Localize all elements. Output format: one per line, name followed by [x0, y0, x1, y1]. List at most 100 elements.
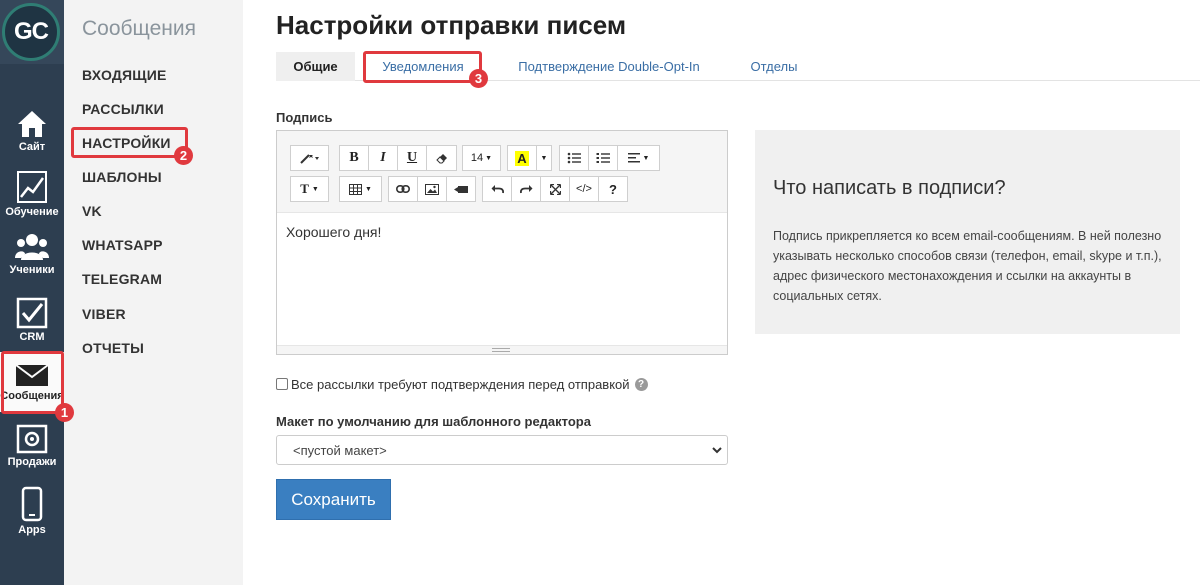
table-icon	[349, 183, 363, 195]
submenu-item-whatsapp[interactable]: WHATSAPP	[82, 237, 163, 253]
caret-down-icon: ▼	[311, 185, 319, 193]
page-title: Настройки отправки писем	[276, 10, 627, 40]
editor-content[interactable]: Хорошего дня!	[286, 224, 381, 240]
highlight-settings	[71, 127, 188, 158]
help-icon-glyph: ?	[637, 378, 645, 390]
submenu-item-mailings[interactable]: РАССЫЛКИ	[82, 101, 164, 117]
template-layout-label: Макет по умолчанию для шаблонного редакт…	[276, 414, 591, 429]
home-icon	[18, 111, 46, 137]
rail-item-learning[interactable]: Обучение	[0, 164, 64, 226]
step-badge-2: 2	[174, 146, 193, 165]
text-color-button[interactable]: A	[507, 145, 537, 171]
rail-item-label: Продажи	[7, 456, 57, 468]
fullscreen-icon	[549, 183, 561, 195]
help-button[interactable]: ?	[598, 176, 628, 202]
submenu-item-reports[interactable]: ОТЧЕТЫ	[82, 340, 144, 356]
underline-button[interactable]: U	[397, 145, 427, 171]
save-button[interactable]: Сохранить	[276, 479, 391, 520]
logo-area[interactable]: GC	[0, 0, 64, 64]
rail-item-label: CRM	[19, 331, 45, 343]
font-size-button[interactable]: 14 ▼	[462, 145, 501, 171]
caret-down-icon: ▼	[540, 154, 548, 162]
clear-format-button[interactable]	[426, 145, 457, 171]
help-icon[interactable]: ?	[634, 377, 648, 391]
text-style-button[interactable]: T ▼	[290, 176, 329, 202]
table-button[interactable]: ▼	[339, 176, 382, 202]
bold-icon: B	[349, 150, 359, 165]
bullet-list-button[interactable]	[559, 145, 589, 171]
confirm-before-send-checkbox[interactable]	[276, 378, 288, 390]
undo-button[interactable]	[482, 176, 512, 202]
video-icon	[454, 185, 468, 193]
bullet-list-icon	[567, 152, 581, 164]
checkbox-icon	[16, 297, 48, 329]
logo-text: GC	[14, 18, 49, 45]
messages-submenu: Сообщения ВХОДЯЩИЕ РАССЫЛКИ НАСТРОЙКИ ША…	[64, 0, 243, 585]
video-button[interactable]	[446, 176, 476, 202]
tab-departments[interactable]: Отделы	[738, 52, 810, 81]
template-layout-value: <пустой макет>	[293, 443, 387, 458]
signature-help-box: Что написать в подписи? Подпись прикрепл…	[755, 130, 1180, 334]
rail-item-site[interactable]: Сайт	[0, 103, 64, 165]
chart-icon	[17, 171, 47, 203]
caret-down-icon: ▼	[365, 185, 372, 193]
numbered-list-icon	[596, 153, 610, 163]
underline-icon: U	[406, 150, 418, 165]
rail-item-label: Ученики	[9, 264, 55, 276]
rail-item-sales[interactable]: Продажи	[0, 418, 64, 480]
rail-item-label: Сайт	[18, 141, 46, 153]
caret-down-icon: ▼	[642, 154, 650, 162]
signature-label: Подпись	[276, 110, 333, 125]
editor-resize-handle[interactable]	[277, 345, 727, 354]
align-button[interactable]: ▼	[617, 145, 660, 171]
italic-button[interactable]: I	[368, 145, 398, 171]
template-layout-select[interactable]: <пустой макет>	[276, 435, 728, 465]
numbered-list-button[interactable]	[588, 145, 618, 171]
redo-icon	[519, 185, 532, 194]
editor-toolbar: B I U 14 ▼ A ▼ ▼ T ▼ ▼ </> ?	[277, 131, 727, 213]
submenu-item-vk[interactable]: VK	[82, 203, 102, 219]
eraser-icon	[435, 154, 447, 164]
submenu-item-viber[interactable]: VIBER	[82, 306, 126, 322]
rail-item-crm[interactable]: CRM	[0, 291, 64, 353]
submenu-item-telegram[interactable]: TELEGRAM	[82, 271, 162, 287]
bold-button[interactable]: B	[339, 145, 369, 171]
rail-item-apps[interactable]: Apps	[0, 480, 64, 544]
logo[interactable]: GC	[2, 3, 60, 61]
confirm-before-send-label[interactable]: Все рассылки требуют подтверждения перед…	[291, 377, 630, 392]
rail-item-students[interactable]: Ученики	[0, 226, 64, 288]
rail-item-label: Apps	[18, 524, 46, 536]
icon-rail: GC Сайт Обучение Ученики CRM Сообщения П…	[0, 0, 64, 585]
main-content: Настройки отправки писем Общие Уведомлен…	[243, 0, 1200, 585]
submenu-title: Сообщения	[82, 17, 196, 40]
highlight-messages	[1, 351, 64, 414]
confirm-before-send-row: Все рассылки требуют подтверждения перед…	[276, 376, 648, 392]
signature-editor: B I U 14 ▼ A ▼ ▼ T ▼ ▼ </> ? Хорошего дн…	[276, 130, 728, 355]
question-icon: ?	[609, 181, 617, 197]
caret-down-icon: ▼	[485, 154, 493, 162]
highlight-notifications-tab	[363, 51, 482, 83]
submenu-item-inbox[interactable]: ВХОДЯЩИЕ	[82, 67, 167, 83]
align-left-icon	[627, 153, 640, 163]
submenu-item-templates[interactable]: ШАБЛОНЫ	[82, 169, 162, 185]
italic-icon: I	[380, 150, 386, 165]
rail-item-label: Обучение	[5, 206, 59, 218]
tab-double-opt-in[interactable]: Подтверждение Double-Opt-In	[504, 52, 714, 81]
fullscreen-button[interactable]	[540, 176, 570, 202]
image-icon	[425, 183, 439, 195]
phone-icon	[21, 486, 43, 522]
redo-button[interactable]	[511, 176, 541, 202]
code-view-button[interactable]: </>	[569, 176, 599, 202]
resize-grip-icon	[492, 348, 510, 352]
link-button[interactable]	[388, 176, 418, 202]
tab-general[interactable]: Общие	[276, 52, 355, 81]
font-size-value: 14	[470, 152, 484, 164]
magic-wand-button[interactable]	[290, 145, 329, 171]
users-icon	[15, 234, 49, 260]
text-color-dropdown[interactable]: ▼	[536, 145, 552, 171]
step-badge-1: 1	[55, 403, 74, 422]
safe-icon	[16, 424, 48, 454]
text-color-icon: A	[515, 150, 529, 166]
undo-icon	[491, 185, 504, 194]
image-button[interactable]	[417, 176, 447, 202]
